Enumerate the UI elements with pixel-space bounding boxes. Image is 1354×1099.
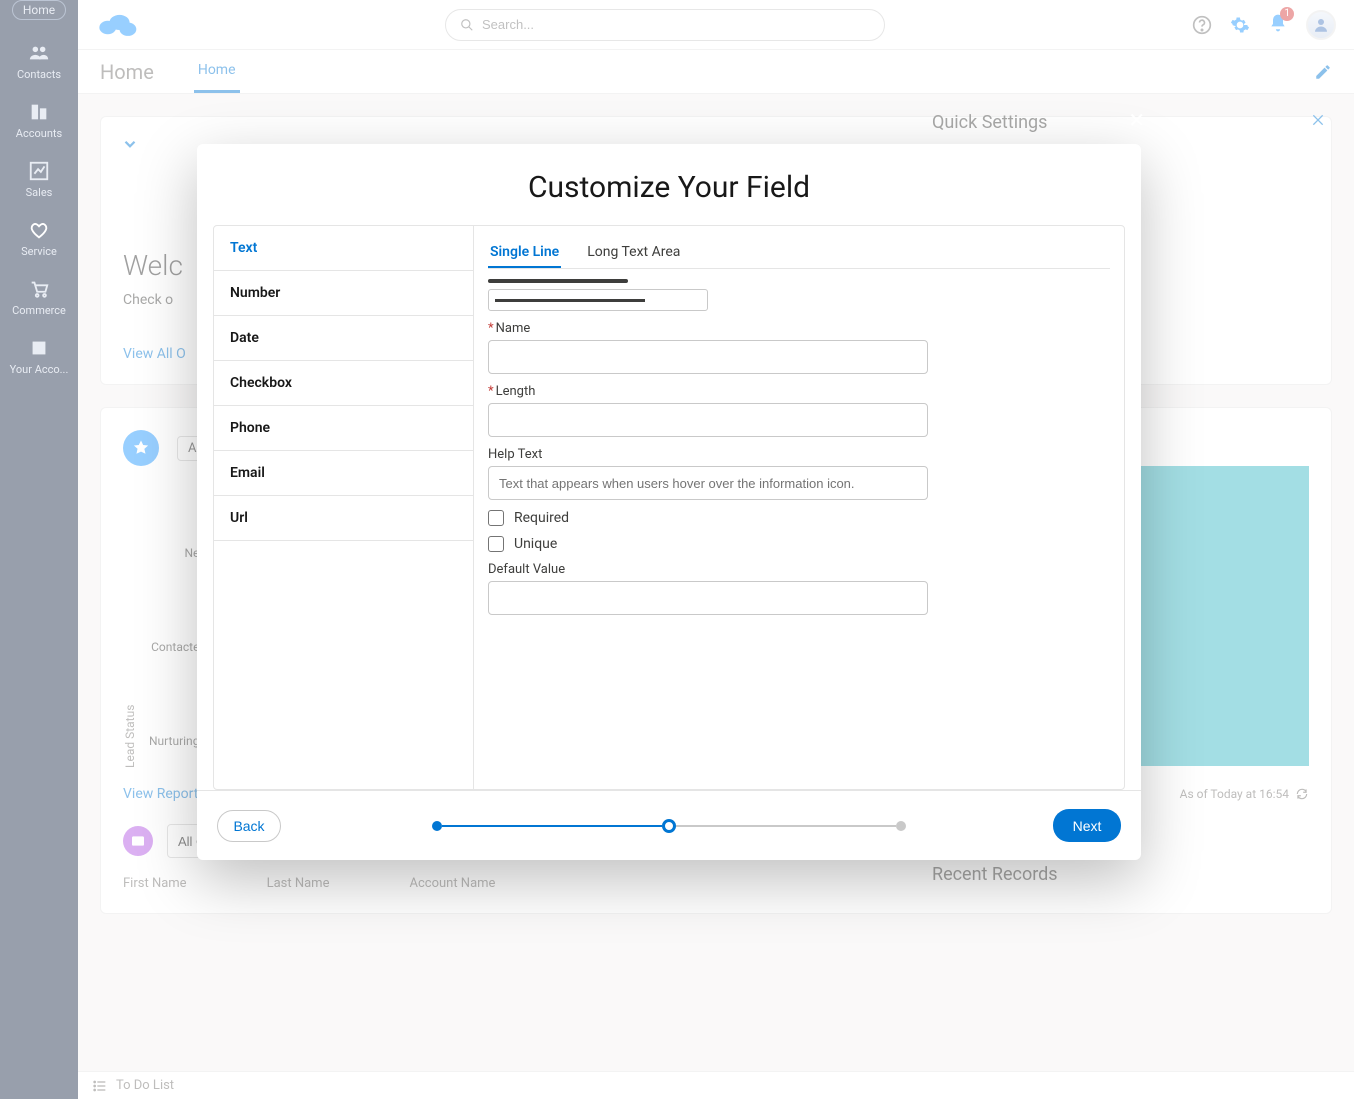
required-label: Required	[514, 510, 569, 526]
name-input[interactable]	[488, 340, 928, 374]
default-label: Default Value	[488, 562, 1110, 577]
preview-bar	[488, 279, 628, 283]
unique-label: Unique	[514, 536, 557, 552]
modal-body: Text Number Date Checkbox Phone Email Ur…	[213, 225, 1125, 790]
back-button[interactable]: Back	[217, 810, 281, 842]
length-input[interactable]	[488, 403, 928, 437]
modal-title: Customize Your Field	[197, 144, 1141, 225]
modal-close-button[interactable]: ✕	[1128, 108, 1145, 132]
step-3-todo	[896, 821, 906, 831]
unique-row[interactable]: Unique	[488, 536, 1110, 552]
type-checkbox[interactable]: Checkbox	[214, 361, 473, 406]
next-button[interactable]: Next	[1053, 809, 1121, 842]
step-1-done	[432, 821, 442, 831]
unique-checkbox[interactable]	[488, 536, 504, 552]
modal-footer: Back Next	[197, 790, 1141, 860]
type-date[interactable]: Date	[214, 316, 473, 361]
subtabs: Single Line Long Text Area	[488, 238, 1110, 269]
name-label: *Name	[488, 321, 1110, 336]
subtab-long-text[interactable]: Long Text Area	[585, 238, 682, 268]
type-number[interactable]: Number	[214, 271, 473, 316]
type-url[interactable]: Url	[214, 496, 473, 541]
help-input[interactable]	[488, 466, 928, 500]
length-label: *Length	[488, 384, 1110, 399]
default-input[interactable]	[488, 581, 928, 615]
required-row[interactable]: Required	[488, 510, 1110, 526]
step-line-2	[676, 825, 896, 827]
step-2-current	[662, 819, 676, 833]
field-type-list: Text Number Date Checkbox Phone Email Ur…	[214, 226, 474, 789]
type-email[interactable]: Email	[214, 451, 473, 496]
help-label: Help Text	[488, 447, 1110, 462]
form-area: Single Line Long Text Area *Name *Length…	[474, 226, 1124, 789]
required-checkbox[interactable]	[488, 510, 504, 526]
progress-stepper	[197, 819, 1141, 833]
preview-input	[488, 289, 708, 311]
type-text[interactable]: Text	[214, 226, 473, 271]
subtab-single-line[interactable]: Single Line	[488, 238, 561, 268]
customize-field-modal: ✕ Customize Your Field Text Number Date …	[197, 144, 1141, 860]
step-line-1	[442, 825, 662, 827]
type-phone[interactable]: Phone	[214, 406, 473, 451]
